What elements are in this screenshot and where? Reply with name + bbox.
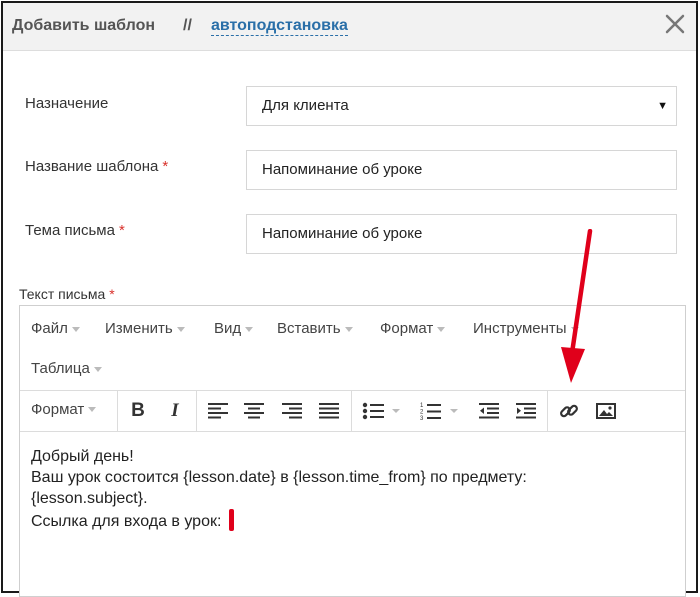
- editor-content[interactable]: Добрый день! Ваш урок состоится {lesson.…: [31, 446, 671, 532]
- bullet-list-icon[interactable]: [360, 399, 404, 423]
- dropdown-arrow-icon: ▼: [657, 100, 668, 112]
- dialog-header: Добавить шаблон // автоподстановка: [3, 3, 696, 51]
- content-line: {lesson.subject}.: [31, 490, 148, 507]
- menu-edit-label: Изменить: [105, 320, 173, 337]
- chevron-down-icon: [88, 407, 97, 412]
- menu-format[interactable]: Формат: [380, 320, 446, 337]
- format-dropdown[interactable]: Формат: [31, 401, 97, 418]
- purpose-select[interactable]: Для клиента ▼: [246, 86, 677, 126]
- numbered-list-icon[interactable]: 123: [418, 399, 462, 423]
- required-mark: *: [109, 286, 115, 302]
- svg-text:3: 3: [420, 416, 424, 421]
- content-line: Ваш урок состоится {lesson.date} в {less…: [31, 469, 527, 486]
- menu-edit[interactable]: Изменить: [105, 320, 185, 337]
- subject-label: Тема письма *: [25, 222, 125, 239]
- menu-insert[interactable]: Вставить: [277, 320, 353, 337]
- template-name-value: Напоминание об уроке: [262, 161, 423, 178]
- bold-icon[interactable]: B: [126, 399, 150, 423]
- indent-icon[interactable]: [514, 399, 538, 423]
- dialog-title: Добавить шаблон: [12, 17, 156, 34]
- toolbar-divider: [196, 391, 197, 431]
- align-left-icon[interactable]: [206, 399, 230, 423]
- required-mark: *: [162, 158, 169, 175]
- link-icon[interactable]: [557, 399, 581, 423]
- menu-format-label: Формат: [380, 320, 434, 337]
- chevron-down-icon: [93, 366, 102, 372]
- chevron-down-icon: [176, 326, 185, 332]
- template-name-label: Название шаблона *: [25, 158, 168, 175]
- content-line: Добрый день!: [31, 448, 134, 465]
- template-name-input[interactable]: Напоминание об уроке: [246, 150, 677, 190]
- svg-text:1: 1: [420, 403, 424, 409]
- required-mark: *: [118, 222, 125, 239]
- subject-label-text: Тема письма: [25, 222, 115, 239]
- menu-table[interactable]: Таблица: [31, 360, 102, 377]
- align-center-icon[interactable]: [242, 399, 266, 423]
- menu-tools-label: Инструменты: [473, 320, 567, 337]
- toolbar-divider: [547, 391, 548, 431]
- chevron-down-icon: [437, 326, 446, 332]
- chevron-down-icon: [245, 326, 254, 332]
- menu-insert-label: Вставить: [277, 320, 341, 337]
- italic-icon[interactable]: I: [163, 399, 187, 423]
- menu-file-label: Файл: [31, 320, 68, 337]
- align-justify-icon[interactable]: [317, 399, 341, 423]
- autosubstitution-link[interactable]: автоподстановка: [211, 17, 348, 36]
- subject-input[interactable]: Напоминание об уроке: [246, 214, 677, 254]
- image-icon[interactable]: [594, 399, 618, 423]
- editor-toolbar: Формат B I 123: [20, 390, 685, 432]
- body-label-text: Текст письма: [19, 286, 106, 302]
- dialog: Добавить шаблон // автоподстановка Назна…: [1, 1, 698, 597]
- body-label: Текст письма *: [19, 286, 115, 302]
- svg-text:2: 2: [420, 410, 424, 416]
- format-dropdown-label: Формат: [31, 401, 85, 418]
- content-line: Ссылка для входа в урок:: [31, 513, 222, 530]
- toolbar-divider: [351, 391, 352, 431]
- close-icon[interactable]: [664, 13, 686, 35]
- chevron-down-icon: [344, 326, 353, 332]
- content-line-with-cursor: Ссылка для входа в урок:: [31, 509, 671, 532]
- subject-value: Напоминание об уроке: [262, 225, 423, 242]
- title-separator: //: [183, 17, 192, 34]
- menu-file[interactable]: Файл: [31, 320, 80, 337]
- menu-view-label: Вид: [214, 320, 242, 337]
- chevron-down-icon: [71, 326, 80, 332]
- purpose-value: Для клиента: [262, 97, 349, 114]
- toolbar-divider: [117, 391, 118, 431]
- menu-table-label: Таблица: [31, 360, 90, 377]
- text-cursor-marker: [229, 509, 235, 531]
- purpose-label: Назначение: [25, 95, 109, 112]
- align-right-icon[interactable]: [280, 399, 304, 423]
- annotation-arrow-icon: [561, 229, 593, 383]
- menu-view[interactable]: Вид: [214, 320, 254, 337]
- outdent-icon[interactable]: [477, 399, 501, 423]
- template-name-label-text: Название шаблона: [25, 158, 159, 175]
